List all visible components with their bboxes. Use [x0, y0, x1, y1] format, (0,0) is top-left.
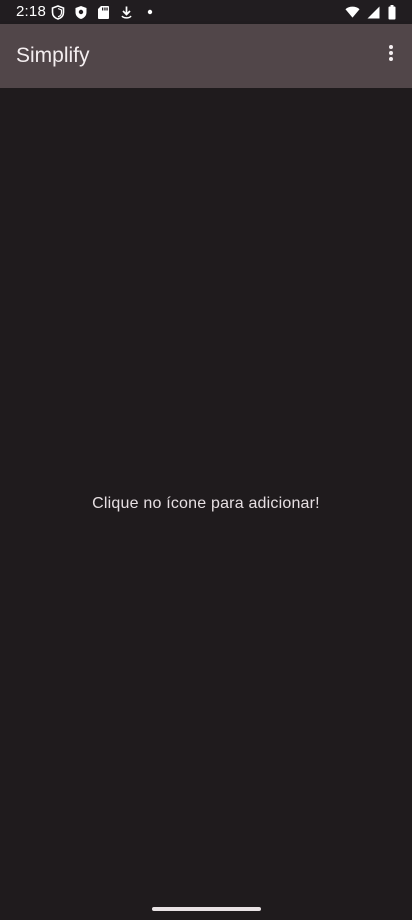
- download-icon: [119, 5, 134, 20]
- status-system-icons: [345, 4, 396, 20]
- battery-icon: [387, 4, 396, 20]
- empty-state-message: Clique no ícone para adicionar!: [92, 495, 320, 512]
- shield-filled-icon: [73, 5, 88, 20]
- main-content: Clique no ícone para adicionar!: [0, 88, 412, 920]
- cellular-signal-icon: [366, 5, 381, 20]
- status-notification-icons: [50, 4, 157, 20]
- app-title: Simplify: [16, 44, 90, 67]
- status-bar: 2:18: [0, 0, 412, 24]
- wifi-icon: [345, 5, 360, 20]
- more-vert-icon: [388, 44, 394, 67]
- navigation-gesture-handle[interactable]: [152, 907, 261, 911]
- status-time: 2:18: [16, 3, 46, 20]
- dot-icon: [142, 5, 157, 20]
- shield-outline-icon: [50, 4, 65, 20]
- overflow-menu-button[interactable]: [378, 40, 404, 70]
- app-bar: Simplify: [0, 24, 412, 88]
- sd-card-icon: [96, 5, 111, 20]
